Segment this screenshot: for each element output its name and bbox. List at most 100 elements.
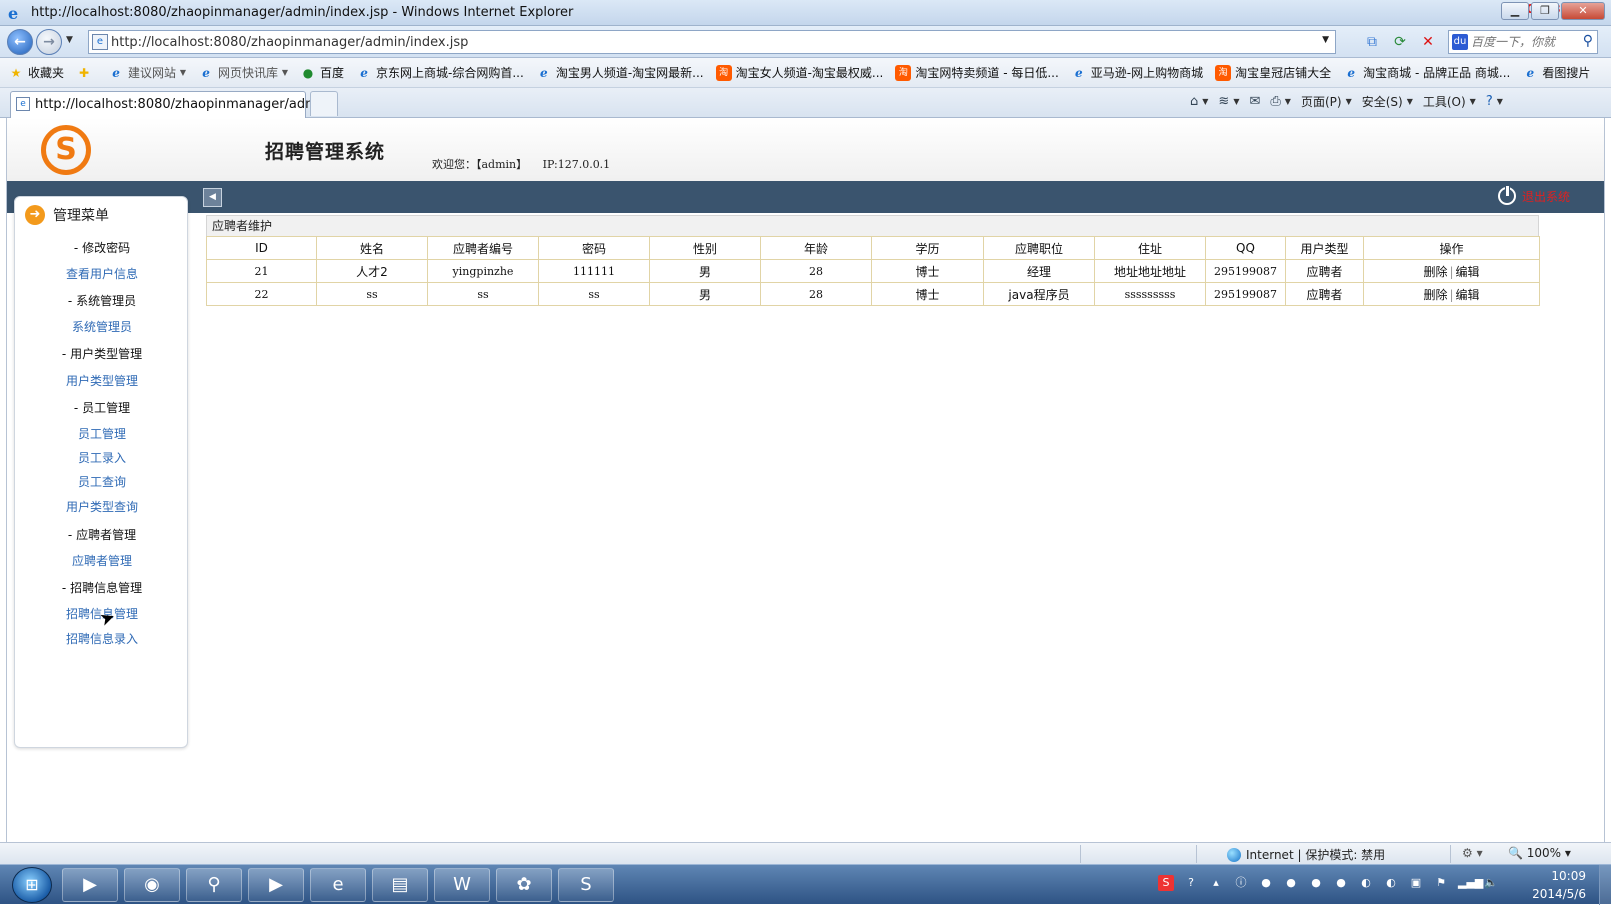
favorites-button[interactable]: ★ 收藏夹 [8,64,64,81]
chevron-down-icon[interactable]: ▼ [1285,97,1291,106]
tray-expand-icon[interactable]: ▴ [1208,875,1224,891]
qq-icon[interactable]: ● [1283,875,1299,891]
address-dropdown-icon[interactable]: ▼ [1322,35,1329,45]
favorite-item[interactable]: e 看图搜片 [1522,64,1591,81]
sogou-icon[interactable]: S [1158,875,1174,891]
eclipse-app-icon[interactable]: S [558,868,614,902]
device-icon[interactable]: ▣ [1408,875,1424,891]
delete-link[interactable]: 删除 [1423,288,1447,302]
edit-link[interactable]: 编辑 [1456,288,1480,302]
menu-group-employee[interactable]: - 员工管理 [15,399,189,416]
collapse-sidebar-icon[interactable]: ◀ [203,188,222,207]
favorite-item[interactable]: e 亚马逊-网上购物商城 [1071,64,1203,81]
search-app-icon[interactable]: ⚲ [186,868,242,902]
menu-group-system-admin[interactable]: - 系统管理员 [15,292,189,309]
forward-button[interactable]: → [36,29,62,55]
add-favorite-button[interactable]: ✚ [76,65,96,81]
maximize-button[interactable]: ❐ [1531,2,1559,20]
file-explorer-icon[interactable]: ▤ [372,868,428,902]
word-icon[interactable]: W [434,868,490,902]
menu-link-user-type[interactable]: 用户类型管理 [15,372,189,389]
stop-icon[interactable]: ✕ [1418,32,1438,52]
zoom-level[interactable]: 🔍 100% ▾ [1508,846,1571,860]
favorite-item[interactable]: e 网页快讯库 ▼ [198,64,288,81]
chevron-down-icon[interactable]: ▼ [1202,97,1208,106]
menu-link-system-admin[interactable]: 系统管理员 [15,318,189,335]
search-icon[interactable]: ⚲ [1583,33,1593,49]
menu-link-employee-add[interactable]: 员工录入 [15,449,189,466]
favorite-item[interactable]: e 京东网上商城-综合网购首... [356,64,524,81]
page-menu[interactable]: 页面(P) [1301,93,1342,110]
qq-icon[interactable]: ● [1258,875,1274,891]
menu-link-view-user-info[interactable]: 查看用户信息 [15,265,189,282]
chevron-down-icon[interactable]: ▼ [1497,97,1503,106]
tools-menu[interactable]: 工具(O) [1423,93,1466,110]
menu-link-user-type-query[interactable]: 用户类型查询 [15,498,189,515]
favorite-item[interactable]: 淘淘宝女人频道-淘宝最权威... [715,64,883,81]
menu-link-applicant-manage[interactable]: 应聘者管理 [15,552,189,569]
search-input[interactable] [1471,34,1569,50]
start-button[interactable]: ⊞ [12,867,52,903]
clock[interactable]: 10:09 2014/5/6 [1506,867,1586,903]
refresh-icon[interactable]: ⟳ [1390,32,1410,52]
ie-page-icon: e [1526,65,1535,80]
security-zone-label: Internet | 保护模式: 禁用 [1246,848,1386,862]
signal-icon[interactable]: ▂▄▆ [1458,875,1483,891]
home-icon[interactable]: ⌂ [1190,94,1198,109]
close-window-button[interactable]: ✕ [1561,2,1605,20]
tab-active[interactable]: e http://localhost:8080/zhaopinmanager/a… [10,91,334,118]
menu-group-recruitment[interactable]: - 招聘信息管理 [15,579,189,596]
delete-link[interactable]: 删除 [1423,265,1447,279]
chevron-down-icon[interactable]: ▼ [1346,97,1352,106]
chevron-down-icon[interactable]: ▼ [1233,97,1239,106]
favorite-item[interactable]: e 淘宝商城 - 品牌正品 商城... [1343,64,1510,81]
back-button[interactable]: ← [7,29,33,55]
favorite-item[interactable]: 淘淘宝皇冠店铺大全 [1215,64,1331,81]
actions-cell: 删除 | 编辑 [1363,259,1540,283]
green-app-icon[interactable]: ✿ [496,868,552,902]
feeds-icon[interactable]: ≋ [1218,94,1229,109]
logout-button[interactable]: 退出系统 [1497,185,1570,205]
taobao-icon: 淘 [895,64,912,81]
media-player-icon[interactable]: ▶ [62,868,118,902]
mail-icon[interactable]: ✉ [1249,94,1260,109]
menu-link-recruitment-add[interactable]: 招聘信息录入 [15,630,189,647]
qq-icon[interactable]: ● [1308,875,1324,891]
chrome-icon[interactable]: ◉ [124,868,180,902]
protected-mode-icon[interactable]: ⚙ ▾ [1462,846,1483,860]
info-icon[interactable]: ⓘ [1233,875,1249,891]
favorite-item[interactable]: e 淘宝男人频道-淘宝网最新... [536,64,704,81]
qq-icon[interactable]: ● [1333,875,1349,891]
volume-icon[interactable]: 🔈 [1483,875,1499,891]
network-app-icon[interactable]: ◐ [1358,875,1374,891]
network-app-icon[interactable]: ◐ [1383,875,1399,891]
favorite-item[interactable]: ● 百度 [300,64,344,81]
menu-group-user-type[interactable]: - 用户类型管理 [15,345,189,362]
flag-icon[interactable]: ⚑ [1433,875,1449,891]
chevron-down-icon[interactable]: ▼ [1470,97,1476,106]
menu-link-employee-manage[interactable]: 员工管理 [15,425,189,442]
edit-link[interactable]: 编辑 [1456,265,1480,279]
safety-menu[interactable]: 安全(S) [1362,93,1403,110]
menu-link-employee-query[interactable]: 员工查询 [15,473,189,490]
print-icon[interactable]: ⎙ [1270,94,1280,109]
favorite-item[interactable]: e 建议网站 ▼ [108,64,186,81]
internet-explorer-taskbar-icon[interactable]: e [310,868,366,902]
recent-pages-dropdown[interactable]: ▼ [66,35,73,45]
video-player-icon[interactable]: ▶ [248,868,304,902]
compatibility-view-icon[interactable]: ⧉ [1362,32,1382,52]
security-zone[interactable]: Internet | 保护模式: 禁用 [1227,846,1385,863]
help-icon[interactable]: ? [1486,94,1493,109]
favorite-item[interactable]: 淘淘宝网特卖频道 - 每日低... [895,64,1059,81]
address-field[interactable]: e ▼ [88,30,1336,54]
menu-group-applicant[interactable]: - 应聘者管理 [15,526,189,543]
menu-group-change-password[interactable]: - 修改密码 [15,239,189,256]
show-desktop-button[interactable] [1599,865,1611,905]
url-input[interactable] [111,33,1291,51]
search-box[interactable]: du ⚲ [1448,30,1598,54]
table-cell: 男 [649,259,761,283]
minimize-button[interactable]: ▁ [1501,2,1529,20]
chevron-down-icon[interactable]: ▼ [1407,97,1413,106]
new-tab-button[interactable] [310,91,338,116]
help-tray-icon[interactable]: ? [1183,875,1199,891]
